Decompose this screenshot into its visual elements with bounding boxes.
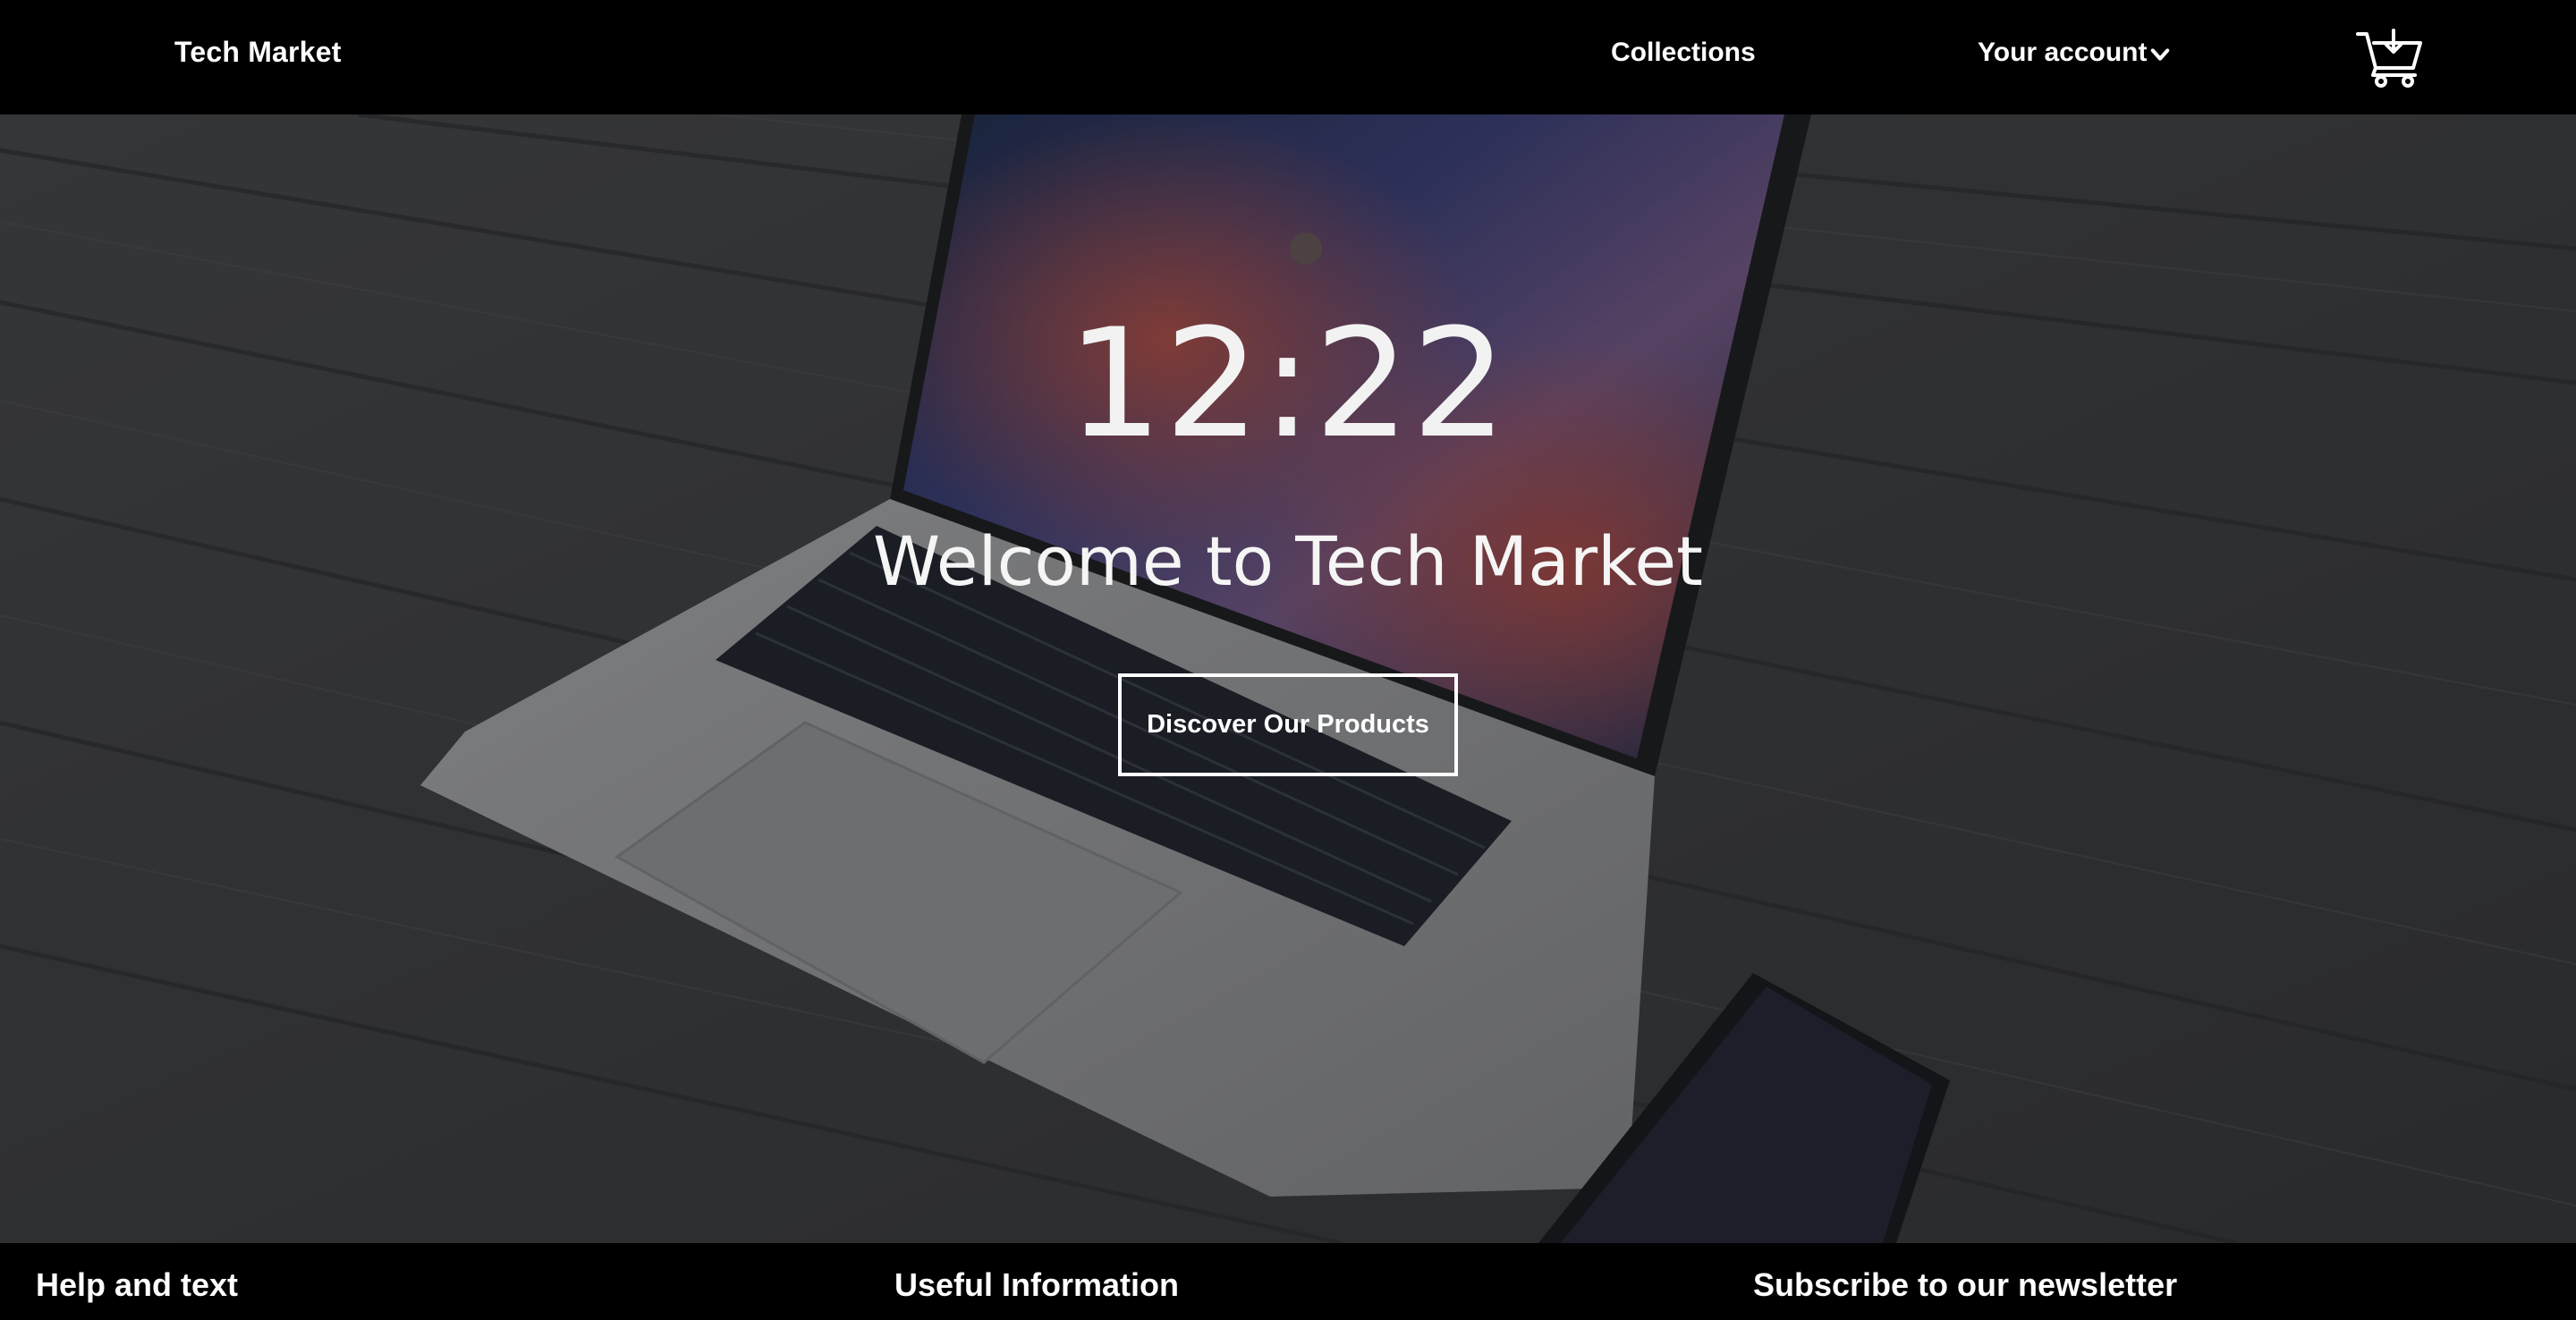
discover-products-button[interactable]: Discover Our Products: [1118, 673, 1458, 776]
cart-icon[interactable]: [2354, 27, 2426, 88]
brand-logo-text[interactable]: Tech Market: [174, 36, 342, 69]
nav-collections-link[interactable]: Collections: [1611, 38, 1756, 68]
chevron-down-icon: [2151, 48, 2170, 61]
footer: Help and text Useful Information Subscri…: [0, 1243, 2576, 1320]
footer-help-heading: Help and text: [36, 1266, 239, 1303]
top-navigation-bar: Tech Market Collections Your account: [0, 0, 2576, 114]
footer-useful-info-heading: Useful Information: [894, 1266, 1180, 1303]
hero-title: Welcome to Tech Market: [873, 521, 1703, 601]
nav-account-dropdown[interactable]: Your account: [1978, 38, 2170, 68]
nav-account-label: Your account: [1978, 38, 2148, 67]
hero-clock: 12:22: [1066, 296, 1510, 471]
footer-newsletter-heading: Subscribe to our newsletter: [1753, 1266, 2178, 1303]
hero-section: 12:22 Welcome to Tech Market Discover Ou…: [0, 114, 2576, 1243]
